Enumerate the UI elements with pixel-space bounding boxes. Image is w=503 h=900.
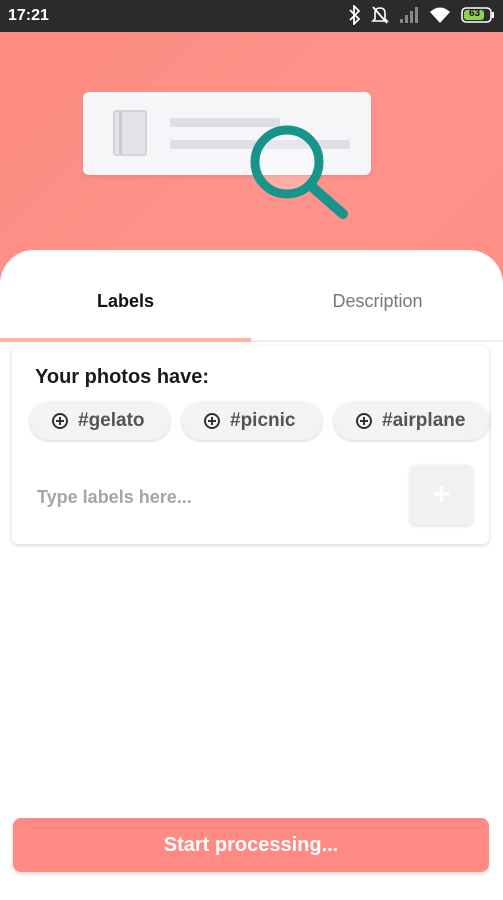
start-processing-button[interactable]: Start processing... — [13, 818, 489, 872]
status-bar: 17:21 63 — [0, 0, 503, 32]
active-tab-indicator — [0, 338, 251, 342]
book-icon — [113, 110, 147, 156]
bluetooth-icon — [349, 3, 361, 30]
chip-label: #gelato — [78, 410, 145, 431]
battery-icon: 63 — [461, 6, 495, 29]
label-chip-picnic[interactable]: #picnic — [182, 402, 322, 440]
status-icons: 63 — [349, 3, 495, 30]
chip-label: #picnic — [230, 410, 296, 431]
wifi-icon — [429, 6, 451, 29]
magnifier-icon — [250, 125, 348, 219]
add-circle-icon — [356, 413, 372, 429]
tab-divider — [251, 340, 503, 342]
mute-bell-icon — [371, 5, 389, 30]
add-circle-icon — [204, 413, 220, 429]
status-time: 17:21 — [8, 7, 49, 24]
signal-icon — [399, 6, 419, 29]
battery-level: 63 — [469, 8, 481, 19]
tab-labels[interactable]: Labels — [0, 278, 251, 342]
label-chip-gelato[interactable]: #gelato — [30, 402, 170, 440]
label-input[interactable] — [35, 474, 399, 520]
label-chip-airplane[interactable]: #airplane — [334, 402, 489, 440]
add-circle-icon — [52, 413, 68, 429]
plus-icon: + — [432, 478, 451, 511]
add-label-button[interactable]: + — [410, 465, 473, 525]
tab-description[interactable]: Description — [252, 278, 503, 342]
chip-label: #airplane — [382, 410, 466, 431]
panel-title: Your photos have: — [35, 366, 210, 388]
